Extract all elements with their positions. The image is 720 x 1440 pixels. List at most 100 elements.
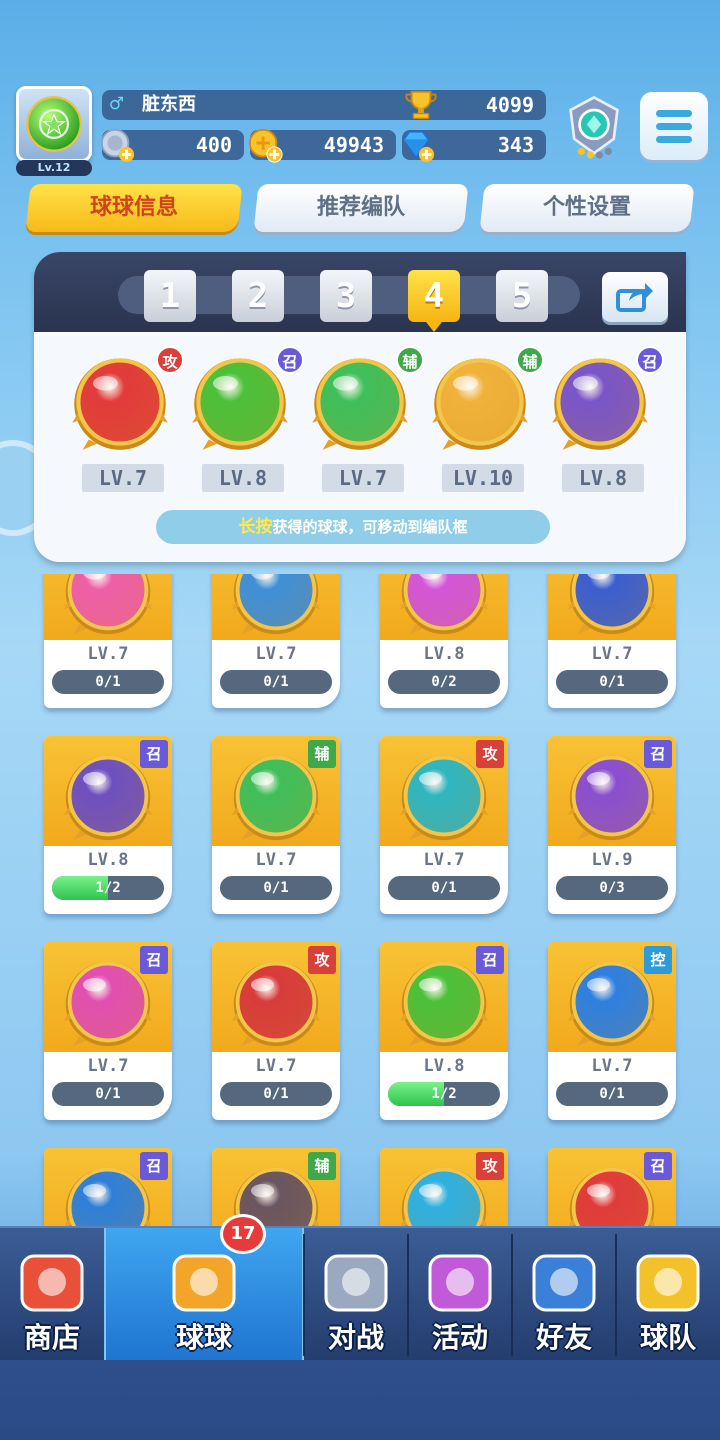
ball-collection-grid: LV.7 0/1 LV.7 0/1 LV.8 0/2 LV.7 0/1 召 LV.8 1/2 辅 LV.… <box>0 574 720 1226</box>
upgrade-progress-bar: 1/2 <box>388 1082 500 1106</box>
tab-ball-info[interactable]: 球球信息 <box>25 184 243 232</box>
party-popper-icon <box>428 1254 492 1312</box>
ball-type-tag: 召 <box>140 740 168 768</box>
ball-orb <box>564 574 660 638</box>
nav-divider <box>615 1234 617 1356</box>
trophy-count: 4099 <box>485 93 534 117</box>
upgrade-progress-bar: 0/1 <box>52 670 164 694</box>
share-arrow-icon <box>616 283 653 312</box>
ball-level: LV.7 <box>255 1056 297 1076</box>
formation-slot-5[interactable]: 5 <box>496 270 548 322</box>
formation-slot-4[interactable]: 4 <box>408 270 460 332</box>
ball-type-tag: 辅 <box>308 1152 336 1180</box>
ball-level: LV.8 <box>423 644 465 664</box>
upgrade-progress-bar: 0/1 <box>220 1082 332 1106</box>
ball-card[interactable]: LV.7 0/1 <box>548 574 676 708</box>
nav-label: 球队 <box>639 1321 696 1354</box>
progress-text: 0/1 <box>95 674 121 690</box>
player-name: 脏东西 <box>142 94 196 115</box>
nav-divider <box>407 1234 409 1356</box>
ball-card[interactable]: 召 <box>44 1148 172 1226</box>
ball-card[interactable]: 召 LV.8 1/2 <box>44 736 172 914</box>
ball-card[interactable]: 攻 LV.7 0/1 <box>212 942 340 1120</box>
progress-text: 0/2 <box>431 674 457 690</box>
progress-text: 0/1 <box>263 880 289 896</box>
ball-orb <box>228 574 324 638</box>
ball-card[interactable]: 辅 LV.7 0/1 <box>212 736 340 914</box>
rank-emblem-icon[interactable] <box>558 92 630 164</box>
nav-divider <box>511 1234 513 1356</box>
ball-type-tag: 攻 <box>476 740 504 768</box>
share-button[interactable] <box>602 272 668 322</box>
ball-level-label: LV.7 <box>82 464 164 492</box>
player-level-badge: Lv.12 <box>16 160 92 176</box>
bottom-navigation: 商店 球球 对战 活动 好友 球队 <box>0 1226 720 1362</box>
ball-level-label: LV.10 <box>442 464 524 492</box>
ball-type-tag: 攻 <box>476 1152 504 1180</box>
silver-coin-add-icon <box>100 128 135 163</box>
footer-bar <box>0 1360 720 1440</box>
ball-card[interactable]: 召 LV.8 1/2 <box>380 942 508 1120</box>
upgrade-progress-bar: 0/2 <box>388 670 500 694</box>
ball-level: LV.7 <box>423 850 465 870</box>
nav-item-1[interactable]: 球球 <box>104 1228 304 1362</box>
ball-type-badge: 辅 <box>396 346 424 374</box>
formation-slot-3[interactable]: 3 <box>320 270 372 322</box>
ball-card[interactable]: 攻 LV.7 0/1 <box>380 736 508 914</box>
player-name-bar[interactable]: ♂ 脏东西 4099 <box>102 90 546 120</box>
nav-item-5[interactable]: 球队 <box>616 1228 720 1362</box>
upgrade-progress-bar: 1/2 <box>52 876 164 900</box>
ball-level: LV.7 <box>87 1056 129 1076</box>
progress-text: 0/1 <box>599 1086 625 1102</box>
ball-card[interactable]: LV.7 0/1 <box>44 574 172 708</box>
ball-card[interactable]: 召 LV.9 0/3 <box>548 736 676 914</box>
formation-slot-1[interactable]: 1 <box>144 270 196 322</box>
drag-hint: 长按获得的球球，可移动到编队框 <box>156 510 550 544</box>
ball-type-tag: 辅 <box>308 740 336 768</box>
ball-card[interactable]: 召 <box>548 1148 676 1226</box>
diamond-add-icon <box>402 130 435 163</box>
ball-cannon-icon <box>172 1254 236 1312</box>
tab-personal-settings[interactable]: 个性设置 <box>479 184 695 232</box>
ball-orb-icon <box>399 574 489 635</box>
nav-item-4[interactable]: 好友 <box>512 1228 616 1362</box>
gold-currency[interactable]: 49943 <box>248 128 396 163</box>
upgrade-progress-bar: 0/1 <box>52 1082 164 1106</box>
diamond-currency[interactable]: 343 <box>402 130 546 163</box>
ball-card[interactable]: 攻 <box>380 1148 508 1226</box>
progress-text: 1/2 <box>95 880 121 896</box>
nav-item-2[interactable]: 对战 <box>304 1228 408 1362</box>
ball-card[interactable]: 辅 <box>212 1148 340 1226</box>
hamburger-menu-icon <box>656 109 692 117</box>
ball-level: LV.7 <box>591 1056 633 1076</box>
ball-orb-icon <box>63 574 153 635</box>
ball-level: LV.7 <box>255 850 297 870</box>
ball-card[interactable]: 控 LV.7 0/1 <box>548 942 676 1120</box>
whistle-icon <box>636 1254 700 1312</box>
ball-level-label: LV.8 <box>562 464 644 492</box>
progress-text: 0/1 <box>263 1086 289 1102</box>
upgrade-progress-bar: 0/3 <box>556 876 668 900</box>
progress-text: 0/1 <box>263 674 289 690</box>
ball-card[interactable]: LV.8 0/2 <box>380 574 508 708</box>
nav-item-3[interactable]: 活动 <box>408 1228 512 1362</box>
nav-label: 活动 <box>431 1321 488 1354</box>
ball-type-tag: 召 <box>140 946 168 974</box>
ball-card[interactable]: 召 LV.7 0/1 <box>44 942 172 1120</box>
nav-item-0[interactable]: 商店 <box>0 1228 104 1362</box>
upgrade-progress-bar: 0/1 <box>220 670 332 694</box>
tab-recommended-team[interactable]: 推荐编队 <box>253 184 469 232</box>
ball-level: LV.7 <box>255 644 297 664</box>
upgrade-progress-bar: 0/1 <box>556 670 668 694</box>
player-avatar[interactable] <box>16 86 92 162</box>
ball-type-tag: 召 <box>140 1152 168 1180</box>
formation-slot-2[interactable]: 2 <box>232 270 284 322</box>
main-menu-button[interactable] <box>640 92 708 160</box>
diamond-amount: 343 <box>497 133 534 157</box>
ball-card[interactable]: LV.7 0/1 <box>212 574 340 708</box>
friends-book-icon <box>532 1254 596 1312</box>
nav-label: 好友 <box>535 1321 592 1354</box>
gold-coin-add-icon <box>248 128 283 163</box>
silver-currency[interactable]: 400 <box>100 128 244 163</box>
formation-slot-bar: 1 2 3 4 5 <box>34 252 686 332</box>
